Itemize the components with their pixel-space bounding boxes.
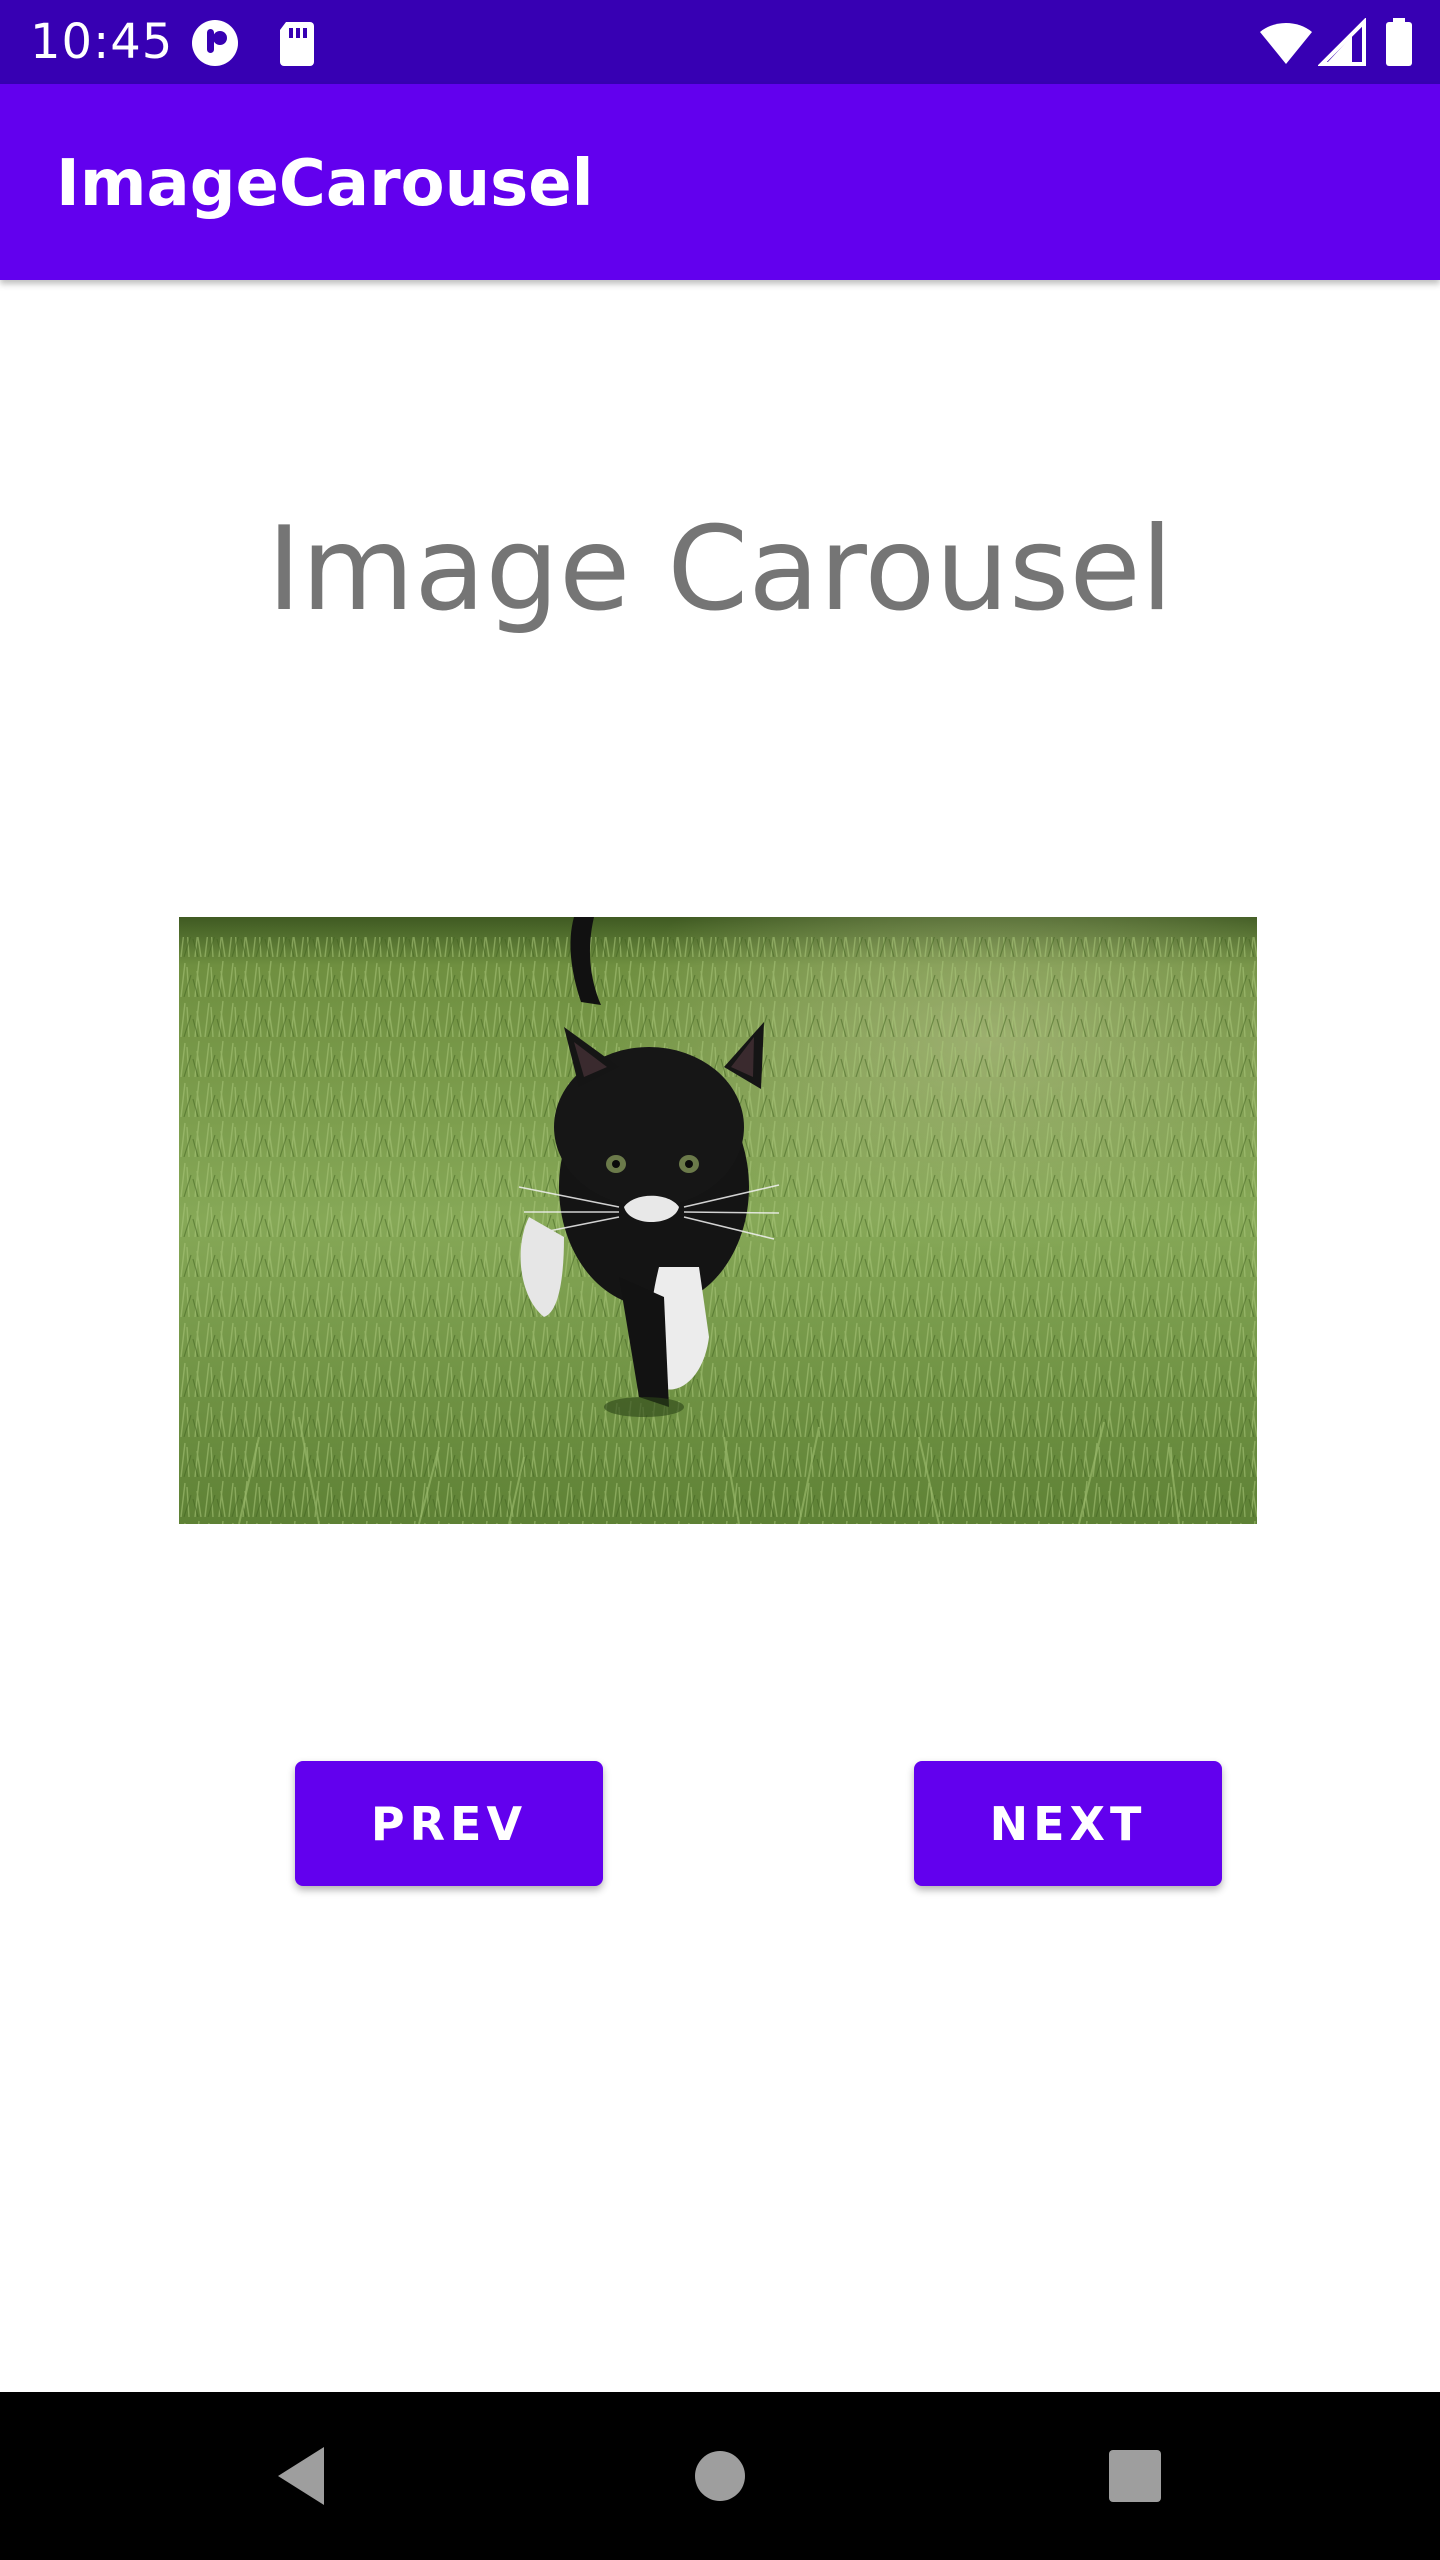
app-title: ImageCarousel	[56, 147, 594, 221]
status-time: 10:45	[30, 14, 174, 70]
screen: 10:45 ImageCarousel Image Carousel PREV …	[0, 0, 1440, 2560]
kitten-image	[179, 917, 1257, 1524]
next-button[interactable]: NEXT	[914, 1761, 1222, 1886]
recents-icon[interactable]	[1085, 2426, 1185, 2526]
page-title: Image Carousel	[267, 502, 1173, 637]
carousel-image	[179, 917, 1257, 1524]
app-bar: ImageCarousel	[0, 84, 1440, 280]
status-bar: 10:45	[0, 0, 1440, 84]
sd-card-icon	[272, 18, 322, 68]
app-notification-icon	[190, 18, 240, 68]
battery-icon	[1384, 18, 1414, 68]
home-icon[interactable]	[670, 2426, 770, 2526]
navigation-bar	[0, 2392, 1440, 2560]
back-icon[interactable]	[252, 2426, 352, 2526]
prev-button[interactable]: PREV	[295, 1761, 603, 1886]
wifi-icon	[1258, 18, 1314, 68]
signal-icon	[1317, 17, 1368, 68]
